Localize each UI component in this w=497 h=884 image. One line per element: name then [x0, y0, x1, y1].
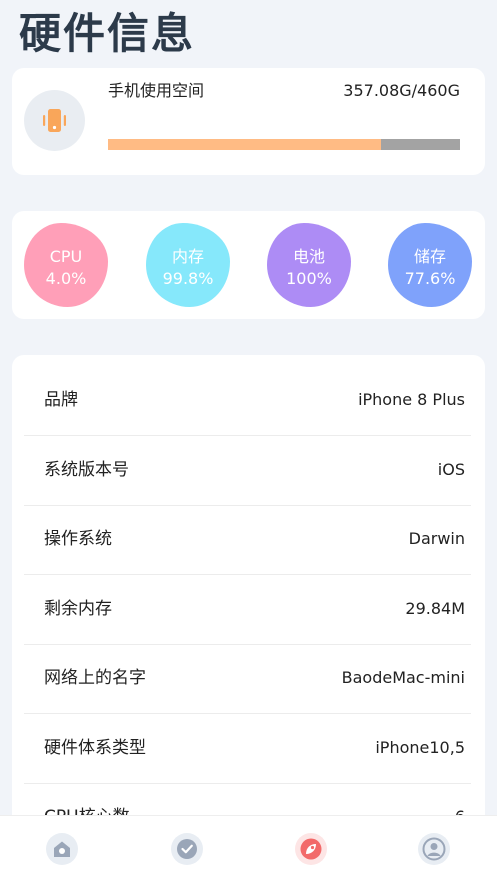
check-icon — [171, 833, 203, 865]
info-row-brand: 品牌 iPhone 8 Plus — [24, 366, 471, 436]
stats-card: CPU 4.0% 内存 99.8% 电池 100% 储存 77.6% — [12, 211, 485, 319]
info-value: iPhone10,5 — [375, 738, 465, 757]
info-key: 系统版本号 — [44, 460, 129, 480]
tab-rocket[interactable] — [294, 832, 328, 866]
memory-stat-label: 内存 — [171, 247, 204, 266]
info-value: iOS — [437, 460, 465, 479]
info-row-network-name: 网络上的名字 BaodeMac-mini — [24, 644, 471, 714]
bottom-tab-bar — [0, 815, 497, 884]
storage-stat-value: 77.6% — [404, 269, 456, 288]
tab-check[interactable] — [170, 832, 204, 866]
info-key: 剩余内存 — [44, 599, 112, 619]
storage-card: 手机使用空间 357.08G/460G — [12, 68, 485, 175]
phone-vibrate-icon — [24, 90, 85, 151]
cpu-stat-value: 4.0% — [45, 269, 87, 288]
storage-stat-label: 储存 — [413, 247, 446, 266]
info-key: 硬件体系类型 — [44, 738, 146, 758]
cpu-stat-label: CPU — [49, 247, 83, 266]
info-key: 网络上的名字 — [44, 668, 146, 688]
storage-progress-bar — [108, 139, 460, 150]
storage-label: 手机使用空间 — [108, 81, 205, 100]
page-title: 硬件信息 — [19, 9, 196, 58]
info-value: iPhone 8 Plus — [358, 390, 465, 409]
info-row-free-memory: 剩余内存 29.84M — [24, 575, 471, 645]
info-key: 品牌 — [44, 390, 78, 410]
battery-stat-value: 100% — [286, 269, 332, 288]
info-row-os-version: 系统版本号 iOS — [24, 436, 471, 506]
storage-progress-fill — [108, 139, 382, 150]
memory-stat-value: 99.8% — [162, 269, 214, 288]
cpu-stat[interactable]: CPU 4.0% — [24, 223, 108, 307]
info-row-hardware-type: 硬件体系类型 iPhone10,5 — [24, 714, 471, 784]
info-key: 操作系统 — [44, 529, 112, 549]
storage-value: 357.08G/460G — [343, 81, 460, 100]
info-value: Darwin — [408, 529, 465, 548]
info-row-os: 操作系统 Darwin — [24, 505, 471, 575]
home-icon — [46, 833, 78, 865]
device-info-list: 品牌 iPhone 8 Plus 系统版本号 iOS 操作系统 Darwin 剩… — [12, 355, 485, 835]
info-value: BaodeMac-mini — [341, 668, 465, 687]
info-value: 29.84M — [405, 599, 465, 618]
storage-stat[interactable]: 储存 77.6% — [388, 223, 472, 307]
memory-stat[interactable]: 内存 99.8% — [146, 223, 230, 307]
rocket-icon — [295, 833, 327, 865]
user-icon — [418, 833, 450, 865]
tab-home[interactable] — [45, 832, 79, 866]
battery-stat-label: 电池 — [292, 247, 325, 266]
battery-stat[interactable]: 电池 100% — [267, 223, 351, 307]
tab-user[interactable] — [417, 832, 451, 866]
